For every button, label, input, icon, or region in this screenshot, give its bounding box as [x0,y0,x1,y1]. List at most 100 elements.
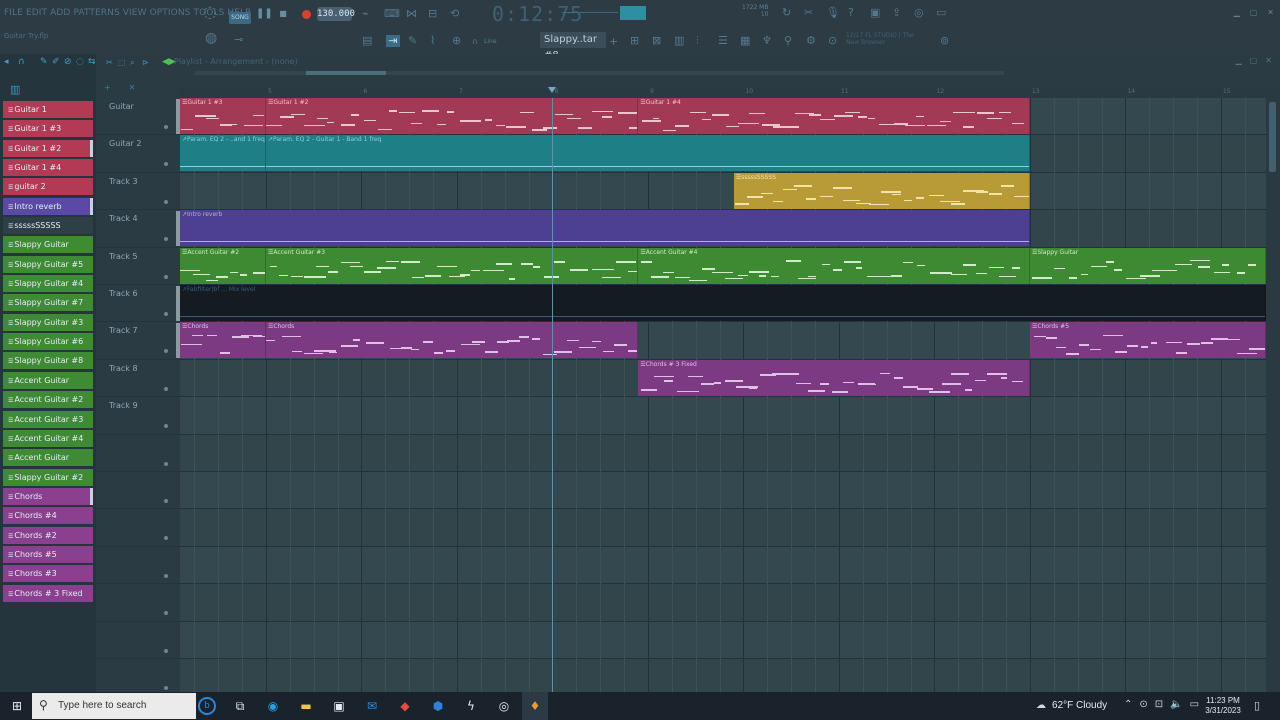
track-header[interactable] [96,509,180,547]
track-mute-dot[interactable] [164,648,168,653]
pattern-selector[interactable]: Slappy..tar #8 [540,32,606,61]
file-explorer-icon[interactable]: ▬ [298,698,314,714]
picker-view-icon[interactable]: ▥ [10,84,20,96]
pattern-item[interactable]: ☰Guitar 1 #4 [3,159,93,177]
track-mute-dot[interactable] [164,312,168,316]
playback-icon[interactable]: ⊳ [142,57,149,69]
delete-icon[interactable]: ⊘ [64,57,72,67]
slice-icon[interactable]: ✂ [106,57,113,69]
vertical-scrollbar[interactable] [1266,98,1280,692]
snap-selector[interactable]: Line [484,38,497,45]
menu-view[interactable]: VIEW [123,8,147,18]
add-track-icon[interactable]: + [104,83,111,92]
wait-icon[interactable]: ◌ [203,4,217,20]
brush-icon[interactable]: ✐ [52,57,60,67]
mute-icon[interactable]: ◌ [76,57,84,67]
pattern-clip[interactable]: ☰Guitar 1 #2 [265,98,639,134]
automation-clip[interactable]: ↗Intro reverb [180,210,1030,247]
timeline-ruler[interactable]: 5 6 7 8 9 10 11 12 13 14 15 [180,87,1280,98]
arrow-left-icon[interactable]: ◂ [4,57,9,67]
pattern-item[interactable]: ☰sssssSSSSS [3,217,93,235]
track-header[interactable]: Track 7 [96,322,180,360]
tempo-display[interactable]: 130.000 [317,7,355,21]
pattern-item[interactable]: ☰Chords # 3 Fixed [3,584,93,602]
plugin-picker-icon[interactable]: ▦ [740,35,750,47]
horizontal-scrollbar[interactable] [194,71,1004,75]
pattern-item[interactable]: ☰Guitar 1 #3 [3,120,93,138]
pencil-icon[interactable]: ✎ [40,57,48,67]
track-header[interactable]: Guitar 2 [96,135,180,173]
tools-icon[interactable]: ⚙ [806,35,816,47]
track-mute-dot[interactable] [164,424,168,429]
track-header[interactable] [96,472,180,510]
track-mute-dot[interactable] [164,386,168,391]
battery-icon[interactable]: ▭ [1190,699,1199,710]
track-mute-dot[interactable] [164,274,168,279]
track-header[interactable] [96,435,180,472]
pattern-item[interactable]: ☰Slappy Guitar #5 [3,255,93,273]
typing-keyboard-icon[interactable]: ⌨ [384,8,400,20]
track-mute-dot[interactable] [164,536,168,541]
pattern-add-icon[interactable]: + [609,36,618,48]
playlist-maximize-icon[interactable]: ▢ [1250,56,1258,65]
track-header[interactable] [96,622,180,659]
menu-edit[interactable]: EDIT [26,8,47,18]
pattern-item[interactable]: ☰Slappy Guitar #8 [3,352,93,370]
blend-notes-icon[interactable]: ⊟ [428,8,437,20]
menu-file[interactable]: FILE [4,8,23,18]
pattern-clip[interactable]: ☰Slappy Guitar [1029,247,1266,284]
pattern-clip[interactable]: ☰Guitar 1 #3 [180,98,266,134]
pattern-clip[interactable]: ☰Accent Guitar #3 [265,247,639,284]
play-pause-button[interactable]: ❚❚ [256,8,273,22]
cortana-icon[interactable]: b [198,697,216,715]
countdown-icon[interactable]: ⋈ [406,8,417,20]
pattern-clip[interactable]: ☰Accent Guitar #4 [638,247,1030,284]
view-playlist-icon[interactable]: ▤ [362,35,372,47]
master-volume-knob[interactable]: ◍ [205,31,217,45]
pattern-item[interactable]: ☰Accent Guitar #3 [3,410,93,428]
notification-icon[interactable]: ▯ [1254,699,1260,712]
menu-add[interactable]: ADD [50,8,70,18]
loop-record-icon[interactable]: ⟲ [450,8,459,20]
news-refresh-icon[interactable]: ⊚ [940,35,949,47]
pattern-item[interactable]: ☰Guitar 1 [3,101,93,118]
tempo-tap-icon[interactable]: ⊙ [828,35,837,47]
track-mute-dot[interactable] [164,611,168,616]
track-mute-dot[interactable] [164,349,168,354]
track-mute-dot[interactable] [164,237,168,242]
pattern-item[interactable]: ☰Chords #4 [3,507,93,525]
save-icon[interactable]: ▣ [870,7,880,19]
pattern-clip[interactable]: ☰Guitar 1 #4 [638,98,1030,134]
obs-icon[interactable]: ◎ [496,698,512,714]
chat-icon[interactable]: ▭ [936,7,946,19]
maximize-icon[interactable]: ▢ [1250,8,1258,17]
cut-icon[interactable]: ✂ [804,7,813,19]
online-icon[interactable]: ◎ [914,7,924,19]
pattern-song-toggle[interactable]: SONG [229,12,251,24]
close-icon[interactable]: ✕ [1267,8,1274,17]
export-icon[interactable]: ⇪ [892,7,901,19]
pattern-item[interactable]: ☰Chords [3,487,93,505]
track-header[interactable] [96,547,180,585]
piano-roll-icon[interactable]: ⊞ [630,35,639,47]
pattern-item[interactable]: ☰Chords #3 [3,565,93,583]
help-icon[interactable]: ? [848,7,854,19]
headphones-icon[interactable]: ∩ [18,57,25,67]
microphone-icon[interactable]: 🎙 [826,7,840,19]
pattern-clip[interactable]: ☰Chords #5 [1029,322,1266,359]
pattern-item[interactable]: ☰Accent Guitar [3,371,93,389]
pattern-clip[interactable]: ☰Chords [180,322,266,359]
edge-icon[interactable]: ◉ [265,698,281,714]
collapse-icon[interactable]: ✕ [129,83,136,92]
slip-icon[interactable]: ⇆ [88,57,96,67]
pattern-clip[interactable]: ☰sssssSSSSS [733,172,1030,209]
app-red-icon[interactable]: ◆ [397,698,413,714]
pattern-item[interactable]: ☰guitar 2 [3,178,93,196]
select-icon[interactable]: ⬚ [118,57,126,69]
track-header[interactable] [96,584,180,622]
draw-tool-icon[interactable]: ⇥ [386,35,400,47]
refresh-icon[interactable]: ↻ [782,7,791,19]
track-header[interactable]: Track 3 [96,173,180,211]
pattern-clip[interactable]: ☰Chords # 3 Fixed [638,359,1030,396]
pattern-item[interactable]: ☰Slappy Guitar #6 [3,333,93,351]
